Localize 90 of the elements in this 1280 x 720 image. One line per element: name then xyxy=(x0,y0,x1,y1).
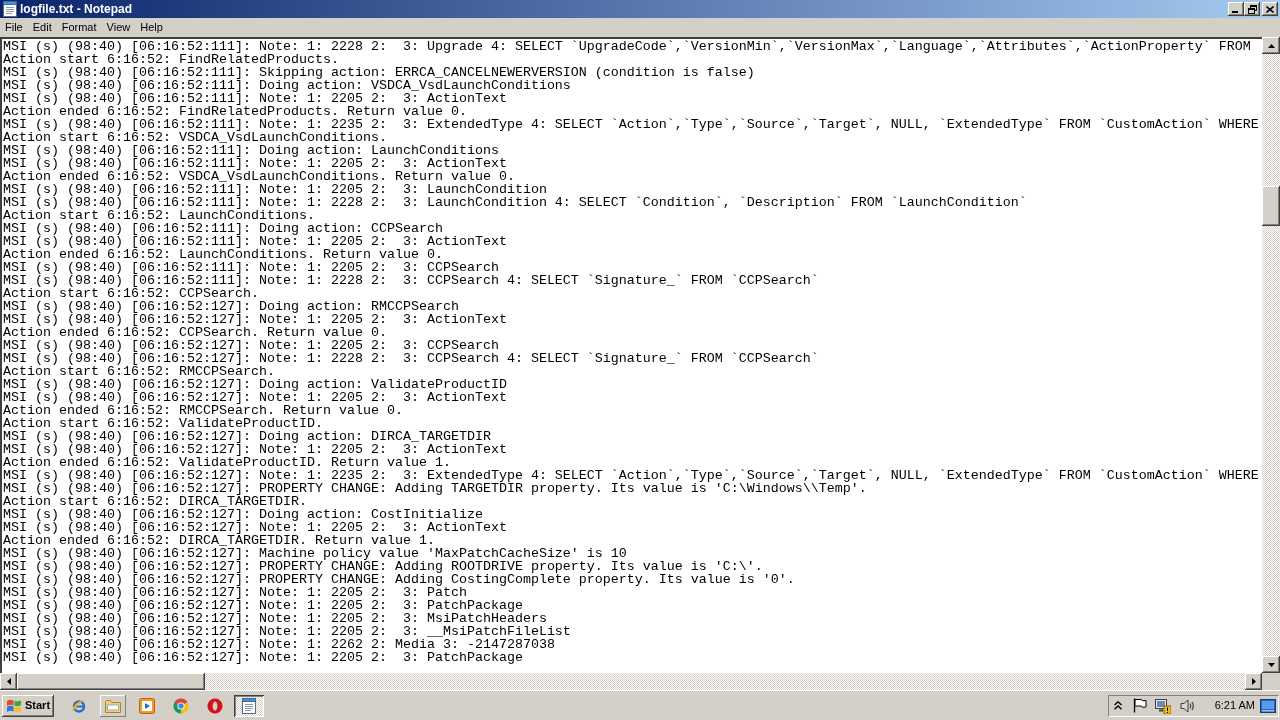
start-button[interactable]: Start xyxy=(2,694,54,717)
log-line: MSI (s) (98:40) [06:16:52:127]: PROPERTY CHANGE: Adding CostingComplete property. Its value is '0'. xyxy=(3,573,795,586)
log-line: MSI (s) (98:40) [06:16:52:127]: Doing action: ValidateProductID xyxy=(3,378,507,391)
log-line: MSI (s) (98:40) [06:16:52:111]: Note: 1: 2205 2: 3: CCPSearch xyxy=(3,261,499,274)
horizontal-scrollbar[interactable] xyxy=(0,673,1262,690)
log-line: MSI (s) (98:40) [06:16:52:127]: Note: 1: 2235 2: 3: ExtendedType 4: SELECT `Action`,`Type`,`Source`,`Target`, NULL, `ExtendedType` FROM `CustomAction` WHERE xyxy=(3,469,1259,482)
log-line: MSI (s) (98:40) [06:16:52:127]: Note: 1: 2205 2: 3: MsiPatchHeaders xyxy=(3,612,547,625)
log-line: MSI (s) (98:40) [06:16:52:111]: Note: 1: 2228 2: 3: Upgrade 4: SELECT `UpgradeCode`,`VersionMin`,`VersionMax`,`Language`,`Attributes`,`ActionProperty` FROM xyxy=(3,40,1251,53)
notebook-icon xyxy=(242,697,256,714)
log-line: Action ended 6:16:52: VSDCA_VsdLaunchConditions. Return value 0. xyxy=(3,170,515,183)
menu-item[interactable]: Help xyxy=(135,20,168,35)
log-line: MSI (s) (98:40) [06:16:52:127]: Doing action: CostInitialize xyxy=(3,508,483,521)
menu-item[interactable]: View xyxy=(101,20,136,35)
log-line: Action start 6:16:52: CCPSearch. xyxy=(3,287,259,300)
log-line: MSI (s) (98:40) [06:16:52:127]: Note: 1: 2262 2: Media 3: -2147287038 xyxy=(3,638,555,651)
close-button[interactable] xyxy=(1262,2,1278,16)
log-line: Action start 6:16:52: VSDCA_VsdLaunchConditions. xyxy=(3,131,387,144)
minimize-icon xyxy=(1232,11,1238,13)
log-line: Action start 6:16:52: LaunchConditions. xyxy=(3,209,315,222)
log-line: MSI (s) (98:40) [06:16:52:127]: Note: 1: 2205 2: 3: ActionText xyxy=(3,313,507,326)
ring-icon[interactable] xyxy=(207,697,223,714)
log-line: MSI (s) (98:40) [06:16:52:111]: Doing action: CCPSearch xyxy=(3,222,443,235)
close-icon xyxy=(1266,5,1274,13)
scroll-down-button[interactable] xyxy=(1262,656,1280,673)
taskbar-window-button[interactable] xyxy=(234,694,264,717)
menu-item[interactable]: File xyxy=(0,20,28,35)
log-line: Action start 6:16:52: DIRCA_TARGETDIR. xyxy=(3,495,307,508)
log-line: Action ended 6:16:52: LaunchConditions. Return value 0. xyxy=(3,248,443,261)
orbit-ring-icon[interactable] xyxy=(71,697,87,714)
log-line: MSI (s) (98:40) [06:16:52:127]: Note: 1: 2205 2: 3: CCPSearch xyxy=(3,339,499,352)
folder-icon xyxy=(105,698,121,713)
log-line: Action ended 6:16:52: ValidateProductID. Return value 1. xyxy=(3,456,451,469)
left-arrow-icon xyxy=(6,678,11,685)
scroll-thumb[interactable] xyxy=(1262,186,1280,226)
log-line: MSI (s) (98:40) [06:16:52:111]: Skipping action: ERRCA_CANCELNEWERVERSION (condition is false) xyxy=(3,66,755,79)
log-line: MSI (s) (98:40) [06:16:52:127]: Machine policy value 'MaxPatchCacheSize' is 10 xyxy=(3,547,627,560)
monitor-icon[interactable] xyxy=(1154,697,1171,714)
log-line: MSI (s) (98:40) [06:16:52:127]: Doing action: RMCCPSearch xyxy=(3,300,459,313)
log-line: Action ended 6:16:52: FindRelatedProducts. Return value 0. xyxy=(3,105,467,118)
restore-icon xyxy=(1247,4,1257,14)
minimize-button[interactable] xyxy=(1228,2,1244,16)
flag-icon[interactable] xyxy=(1132,698,1147,713)
play-tile-icon[interactable] xyxy=(139,697,155,714)
scroll-up-button[interactable] xyxy=(1262,37,1280,54)
scroll-left-button[interactable] xyxy=(0,673,17,690)
log-line: MSI (s) (98:40) [06:16:52:127]: PROPERTY CHANGE: Adding ROOTDRIVE property. Its value is 'C:\'. xyxy=(3,560,763,573)
log-line: Action start 6:16:52: FindRelatedProducts. xyxy=(3,53,339,66)
log-line: Action start 6:16:52: ValidateProductID. xyxy=(3,417,323,430)
log-line: Action ended 6:16:52: DIRCA_TARGETDIR. Return value 1. xyxy=(3,534,435,547)
quick-launch-button[interactable] xyxy=(100,694,126,717)
log-line: MSI (s) (98:40) [06:16:52:111]: Doing action: LaunchConditions xyxy=(3,144,499,157)
text-editor[interactable] xyxy=(0,37,1262,673)
log-line: MSI (s) (98:40) [06:16:52:111]: Note: 1: 2205 2: 3: ActionText xyxy=(3,157,507,170)
menu-item[interactable]: Edit xyxy=(27,20,57,35)
log-line: MSI (s) (98:40) [06:16:52:111]: Note: 1: 2235 2: 3: ExtendedType 4: SELECT `Action`,`Type`,`Source`,`Target`, NULL, `ExtendedType` FROM `CustomAction` WHERE xyxy=(3,118,1259,131)
restore-button[interactable] xyxy=(1244,2,1260,16)
up-arrow-icon xyxy=(1267,43,1275,48)
log-line: MSI (s) (98:40) [06:16:52:127]: PROPERTY CHANGE: Adding TARGETDIR property. Its value is 'C:\Windows\\Temp'. xyxy=(3,482,867,495)
log-line: MSI (s) (98:40) [06:16:52:111]: Note: 1: 2228 2: 3: LaunchCondition 4: SELECT `Condition`, `Description` FROM `LaunchCondition` xyxy=(3,196,1027,209)
log-line: MSI (s) (98:40) [06:16:52:127]: Note: 1: 2205 2: 3: Patch xyxy=(3,586,467,599)
log-line: MSI (s) (98:40) [06:16:52:111]: Note: 1: 2205 2: 3: ActionText xyxy=(3,92,507,105)
log-line: MSI (s) (98:40) [06:16:52:127]: Note: 1: 2205 2: 3: PatchPackage xyxy=(3,599,523,612)
log-line: Action ended 6:16:52: RMCCPSearch. Return value 0. xyxy=(3,404,403,417)
vertical-scrollbar[interactable] xyxy=(1262,37,1280,673)
log-line: MSI (s) (98:40) [06:16:52:111]: Doing action: VSDCA_VsdLaunchConditions xyxy=(3,79,571,92)
log-line: MSI (s) (98:40) [06:16:52:127]: Note: 1: 2205 2: 3: PatchPackage xyxy=(3,651,523,664)
log-line: MSI (s) (98:40) [06:16:52:111]: Note: 1: 2205 2: 3: LaunchCondition xyxy=(3,183,547,196)
window-title: logfile.txt - Notepad xyxy=(20,2,132,16)
desktop-icon[interactable] xyxy=(1260,698,1276,713)
log-line: MSI (s) (98:40) [06:16:52:127]: Doing action: DIRCA_TARGETDIR xyxy=(3,430,491,443)
segmented-circle-icon[interactable] xyxy=(173,697,189,714)
notebook-icon xyxy=(3,1,17,17)
log-line: MSI (s) (98:40) [06:16:52:127]: Note: 1: 2205 2: 3: ActionText xyxy=(3,443,507,456)
log-line: MSI (s) (98:40) [06:16:52:111]: Note: 1: 2228 2: 3: CCPSearch 4: SELECT `Signature_` FROM `CCPSearch` xyxy=(3,274,819,287)
log-line: Action start 6:16:52: RMCCPSearch. xyxy=(3,365,275,378)
clock: 6:21 AM xyxy=(1214,699,1255,712)
menu-item[interactable]: Format xyxy=(56,20,102,35)
four-pane-flag-icon xyxy=(6,698,22,713)
down-arrow-icon xyxy=(1267,662,1275,667)
scroll-right-button[interactable] xyxy=(1245,673,1262,690)
log-line: MSI (s) (98:40) [06:16:52:127]: Note: 1: 2228 2: 3: CCPSearch 4: SELECT `Signature_` FROM `CCPSearch` xyxy=(3,352,819,365)
scroll-thumb[interactable] xyxy=(17,673,205,690)
log-line: MSI (s) (98:40) [06:16:52:111]: Note: 1: 2205 2: 3: ActionText xyxy=(3,235,507,248)
log-line: MSI (s) (98:40) [06:16:52:127]: Note: 1: 2205 2: 3: ActionText xyxy=(3,391,507,404)
right-arrow-icon xyxy=(1251,678,1256,685)
log-line: Action ended 6:16:52: CCPSearch. Return value 0. xyxy=(3,326,387,339)
log-line: MSI (s) (98:40) [06:16:52:127]: Note: 1: 2205 2: 3: ActionText xyxy=(3,521,507,534)
speaker-icon[interactable] xyxy=(1179,698,1196,713)
log-line: MSI (s) (98:40) [06:16:52:127]: Note: 1: 2205 2: 3: __MsiPatchFileList xyxy=(3,625,571,638)
double-chevron-up-icon[interactable] xyxy=(1113,701,1122,710)
